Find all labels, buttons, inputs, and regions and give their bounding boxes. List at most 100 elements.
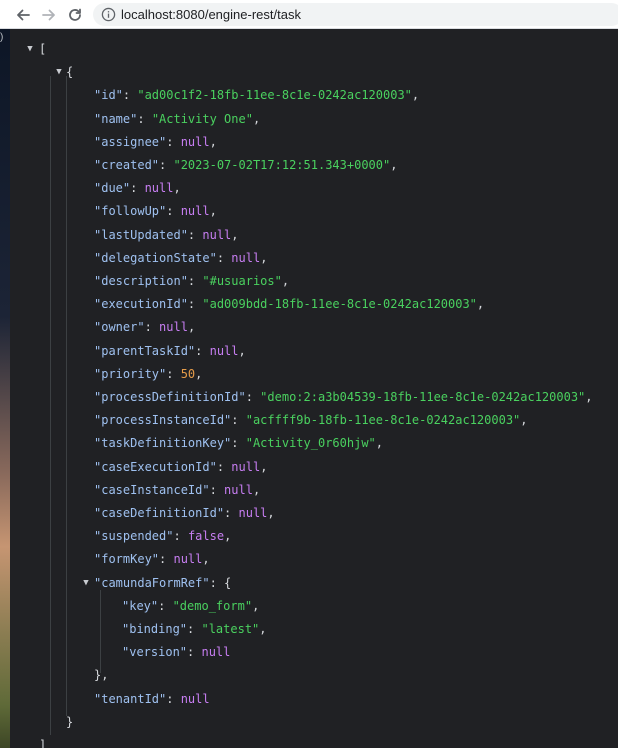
info-icon[interactable] <box>101 7 116 22</box>
json-field-row: "caseExecutionId": null, <box>94 457 267 477</box>
address-bar[interactable]: localhost:8080/engine-rest/task <box>93 3 618 26</box>
json-colon: : <box>173 529 188 544</box>
json-key: "processInstanceId" <box>94 413 232 428</box>
json-field-row: "priority": 50, <box>94 364 202 384</box>
json-key: "key" <box>122 598 159 613</box>
json-key: "formKey" <box>94 552 160 567</box>
json-key: "version" <box>122 645 188 660</box>
json-colon: : <box>122 88 138 103</box>
json-value: "#usuarios" <box>202 274 282 288</box>
forward-button[interactable] <box>38 4 60 26</box>
json-brace: } <box>66 714 74 729</box>
json-separator: , <box>252 482 261 497</box>
json-key: "executionId" <box>94 297 188 312</box>
json-field-row: "suspended": false, <box>94 526 231 546</box>
json-separator: , <box>195 366 203 381</box>
indent-guide <box>66 76 67 716</box>
json-bracket: [ <box>39 42 47 56</box>
json-value: null <box>159 320 188 335</box>
json-key: "name" <box>94 111 138 126</box>
json-separator: , <box>252 111 261 126</box>
arrow-right-icon <box>42 9 55 21</box>
json-key: "delegationState" <box>94 250 217 265</box>
json-object-open: { <box>66 62 73 82</box>
json-colon: : <box>187 297 203 312</box>
json-object-close: } <box>66 712 73 732</box>
json-value: null <box>238 506 268 520</box>
json-key: "tenantId" <box>94 691 167 706</box>
edge-text: ) <box>0 32 4 43</box>
json-value: null <box>180 691 210 706</box>
json-value: "acffff9b-18fb-11ee-8c1e-0242ac120003" <box>245 413 521 428</box>
json-colon: : <box>216 459 232 474</box>
json-bracket: ] <box>39 738 47 748</box>
json-colon: : <box>209 482 225 497</box>
json-key: "caseInstanceId" <box>94 482 210 497</box>
json-colon: : <box>130 181 145 196</box>
json-colon: : <box>187 274 203 288</box>
json-separator: , <box>260 250 268 265</box>
json-separator: , <box>231 227 239 242</box>
json-field-row: "processInstanceId": "acffff9b-18fb-11ee… <box>94 410 528 430</box>
json-key: "caseExecutionId" <box>94 459 217 474</box>
collapse-camundaformref-toggle[interactable]: ▼ <box>81 573 91 593</box>
json-field-row: "name": "Activity One", <box>94 109 260 129</box>
json-separator: , <box>209 204 217 219</box>
json-field-row: "processDefinitionId": "demo:2:a3b04539-… <box>94 387 593 407</box>
json-field-row: "parentTaskId": null, <box>94 341 246 361</box>
json-key: "assignee" <box>94 134 167 149</box>
json-value: null <box>201 645 231 660</box>
json-field-row: "executionId": "ad009bdd-18fb-11ee-8c1e-… <box>94 294 484 314</box>
json-field-row: "caseInstanceId": null, <box>94 480 260 500</box>
json-separator: , <box>173 181 181 196</box>
json-colon: : <box>187 227 203 242</box>
json-separator: , <box>252 598 260 613</box>
json-separator: , <box>476 297 485 312</box>
json-field-row: "taskDefinitionKey": "Activity_0r60hjw", <box>94 433 383 453</box>
json-value: "ad009bdd-18fb-11ee-8c1e-0242ac120003" <box>202 297 477 312</box>
json-key: "lastUpdated" <box>94 227 188 242</box>
json-field-row: "followUp": null, <box>94 201 217 221</box>
json-field-row: "camundaFormRef": { <box>94 573 231 593</box>
json-colon: : <box>166 366 181 381</box>
json-nested-field-row: "version": null <box>122 642 230 662</box>
json-separator: , <box>585 390 593 404</box>
json-key: "description" <box>94 274 188 288</box>
json-value: "demo:2:a3b04539-18fb-11ee-8c1e-0242ac12… <box>260 390 586 404</box>
json-brace: { <box>66 65 74 80</box>
json-value: null <box>224 482 253 497</box>
json-field-row: "lastUpdated": null, <box>94 225 239 245</box>
back-button[interactable] <box>12 4 34 26</box>
url-text[interactable]: localhost:8080/engine-rest/task <box>121 7 301 22</box>
json-separator: , <box>187 320 196 335</box>
json-value: null <box>231 459 261 474</box>
json-value: null <box>173 552 203 567</box>
json-colon: : <box>245 390 261 404</box>
json-value: null <box>144 181 174 196</box>
json-colon: : <box>187 645 202 660</box>
json-colon: : <box>158 598 173 613</box>
json-key: "camundaFormRef" <box>94 575 210 590</box>
json-key: "processDefinitionId" <box>94 390 246 404</box>
json-colon: : <box>187 622 202 636</box>
json-key: "id" <box>94 88 123 103</box>
json-separator: , <box>224 529 232 544</box>
json-colon: : <box>144 320 160 335</box>
json-colon: : <box>195 343 210 358</box>
json-field-row: "created": "2023-07-02T17:12:51.343+0000… <box>94 155 397 175</box>
desktop-edge <box>0 29 10 748</box>
reload-button[interactable] <box>64 4 86 26</box>
json-nested-field-row: "key": "demo_form", <box>122 596 259 616</box>
indent-guide <box>50 76 51 735</box>
json-array-open: [ <box>39 39 46 59</box>
json-value: false <box>187 529 225 544</box>
collapse-array-toggle[interactable]: ▼ <box>25 39 35 59</box>
json-field-row: "description": "#usuarios", <box>94 271 289 291</box>
json-colon: : <box>209 575 225 590</box>
json-field-row: "id": "ad00c1f2-18fb-11ee-8c1e-0242ac120… <box>94 85 419 105</box>
collapse-object-toggle[interactable]: ▼ <box>54 62 64 82</box>
json-field-row: "tenantId": null <box>94 689 210 709</box>
json-value: "ad00c1f2-18fb-11ee-8c1e-0242ac120003" <box>137 88 412 103</box>
json-separator: , <box>267 506 275 520</box>
json-array-close: ] <box>39 735 46 748</box>
